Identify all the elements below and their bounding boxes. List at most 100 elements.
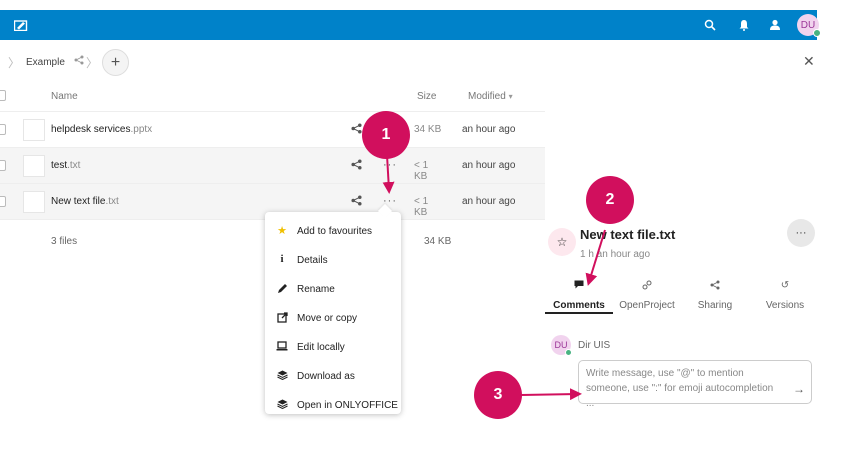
menu-item-open-in-onlyoffice[interactable]: Open in ONLYOFFICE: [265, 390, 401, 419]
column-name-header[interactable]: Name: [51, 91, 78, 102]
file-extension: .txt: [67, 160, 81, 171]
notifications-icon[interactable]: [736, 17, 752, 33]
menu-item-move-or-copy[interactable]: Move or copy: [265, 303, 401, 332]
tab-versions[interactable]: ↺ Versions: [751, 278, 819, 314]
file-modified: an hour ago: [462, 124, 516, 135]
file-extension: .txt: [105, 196, 119, 207]
select-all-checkbox[interactable]: [0, 90, 6, 101]
file-thumbnail: [23, 191, 45, 213]
share-icon: [681, 280, 749, 294]
row-checkbox[interactable]: [0, 160, 6, 171]
share-icon[interactable]: [74, 55, 84, 68]
star-icon: ★: [277, 224, 287, 237]
menu-item-label: Details: [297, 255, 328, 266]
tab-label: OpenProject: [619, 300, 675, 311]
tab-label: Versions: [765, 300, 805, 311]
file-size: < 1 KB: [414, 160, 429, 182]
step-badge-1: 1: [362, 111, 410, 159]
chevron-right-icon: 〉: [86, 56, 99, 70]
file-size: < 1 KB: [414, 196, 429, 218]
contacts-icon[interactable]: [767, 17, 783, 33]
move-icon: [276, 311, 288, 323]
more-actions-icon[interactable]: ···: [383, 159, 397, 171]
menu-item-details[interactable]: i Details: [265, 245, 401, 274]
breadcrumb-folder[interactable]: Example: [26, 57, 65, 68]
file-thumbnail: [23, 155, 45, 177]
menu-item-label: Add to favourites: [297, 226, 373, 237]
tab-comments[interactable]: Comments: [545, 278, 613, 314]
column-modified-label: Modified: [468, 91, 506, 102]
share-icon[interactable]: [351, 159, 362, 173]
user-avatar[interactable]: DU: [797, 14, 821, 37]
close-icon[interactable]: ✕: [803, 53, 815, 70]
history-icon: ↺: [780, 280, 790, 291]
comment-author-name: Dir UIS: [578, 340, 611, 351]
stack-icon: [276, 369, 288, 381]
favourite-star-icon[interactable]: ☆: [548, 228, 576, 256]
online-status-indicator: [813, 29, 821, 37]
send-arrow-icon[interactable]: →: [793, 382, 805, 396]
menu-item-rename[interactable]: Rename: [265, 274, 401, 303]
link-icon: [613, 280, 681, 294]
tab-label: Comments: [553, 300, 605, 311]
column-modified-header[interactable]: Modified ▾: [468, 91, 513, 102]
file-size: 34 KB: [414, 124, 442, 135]
file-modified: an hour ago: [462, 196, 516, 207]
sidebar-more-button[interactable]: ···: [787, 219, 815, 247]
comment-icon: [545, 280, 613, 294]
more-actions-icon: ···: [795, 227, 807, 239]
files-app-icon[interactable]: [13, 19, 28, 32]
avatar-initials: DU: [554, 340, 568, 350]
laptop-icon: [276, 340, 288, 352]
menu-item-label: Move or copy: [297, 313, 358, 324]
header-bar: DU: [0, 10, 821, 40]
new-item-button[interactable]: +: [102, 49, 129, 76]
comment-author-avatar: DU: [551, 335, 572, 356]
menu-item-add-to-favourites[interactable]: ★ Add to favourites: [265, 216, 401, 245]
share-icon[interactable]: [351, 123, 362, 137]
file-base-name: helpdesk services: [51, 124, 131, 135]
file-row[interactable]: test.txt ··· < 1 KB an hour ago: [0, 148, 545, 184]
step-badge-2: 2: [586, 176, 634, 224]
pencil-icon: [276, 282, 288, 294]
chevron-right-icon: 〉: [8, 56, 21, 70]
file-name[interactable]: New text file.txt: [51, 196, 119, 207]
menu-item-label: Download as: [297, 371, 355, 382]
file-count: 3 files: [51, 236, 78, 247]
file-thumbnail: [23, 119, 45, 141]
info-icon: i: [280, 253, 284, 265]
column-size-header[interactable]: Size: [417, 91, 436, 102]
total-size: 34 KB: [424, 236, 452, 247]
menu-item-label: Edit locally: [297, 342, 345, 353]
menu-item-edit-locally[interactable]: Edit locally: [265, 332, 401, 361]
menu-item-label: Open in ONLYOFFICE: [297, 400, 398, 411]
search-icon[interactable]: [702, 17, 718, 33]
file-name[interactable]: helpdesk services.pptx: [51, 124, 152, 135]
row-checkbox[interactable]: [0, 196, 6, 207]
file-details-sidebar: ✕ ☆ New text file.txt 1 h an hour ago ··…: [545, 48, 825, 454]
row-checkbox[interactable]: [0, 124, 6, 135]
file-modified: an hour ago: [462, 160, 516, 171]
file-actions-menu: ★ Add to favourites i Details Rename Mov…: [265, 212, 401, 414]
plus-icon: +: [110, 53, 121, 71]
file-name[interactable]: test.txt: [51, 160, 80, 171]
file-base-name: New text file: [51, 196, 106, 207]
menu-item-label: Rename: [297, 284, 335, 295]
file-row[interactable]: helpdesk services.pptx 34 KB an hour ago: [0, 112, 545, 148]
tab-sharing[interactable]: Sharing: [681, 278, 749, 314]
avatar-initials: DU: [800, 19, 816, 31]
tab-label: Sharing: [697, 300, 733, 311]
sidebar-file-subtitle: 1 h an hour ago: [580, 249, 651, 260]
breadcrumb: 〉 Example 〉 +: [0, 48, 540, 76]
step-badge-3: 3: [474, 371, 522, 419]
stack-icon: [276, 398, 288, 410]
sort-caret-icon: ▾: [508, 92, 513, 101]
tab-openproject[interactable]: OpenProject: [613, 278, 681, 314]
file-list-header: Name Size Modified ▾: [0, 80, 545, 112]
online-status-indicator: [565, 349, 572, 356]
comment-input[interactable]: Write message, use "@" to mention someon…: [578, 360, 812, 409]
file-base-name: test: [51, 160, 68, 171]
share-icon[interactable]: [351, 195, 362, 209]
file-extension: .pptx: [130, 124, 153, 135]
menu-item-download-as[interactable]: Download as: [265, 361, 401, 390]
